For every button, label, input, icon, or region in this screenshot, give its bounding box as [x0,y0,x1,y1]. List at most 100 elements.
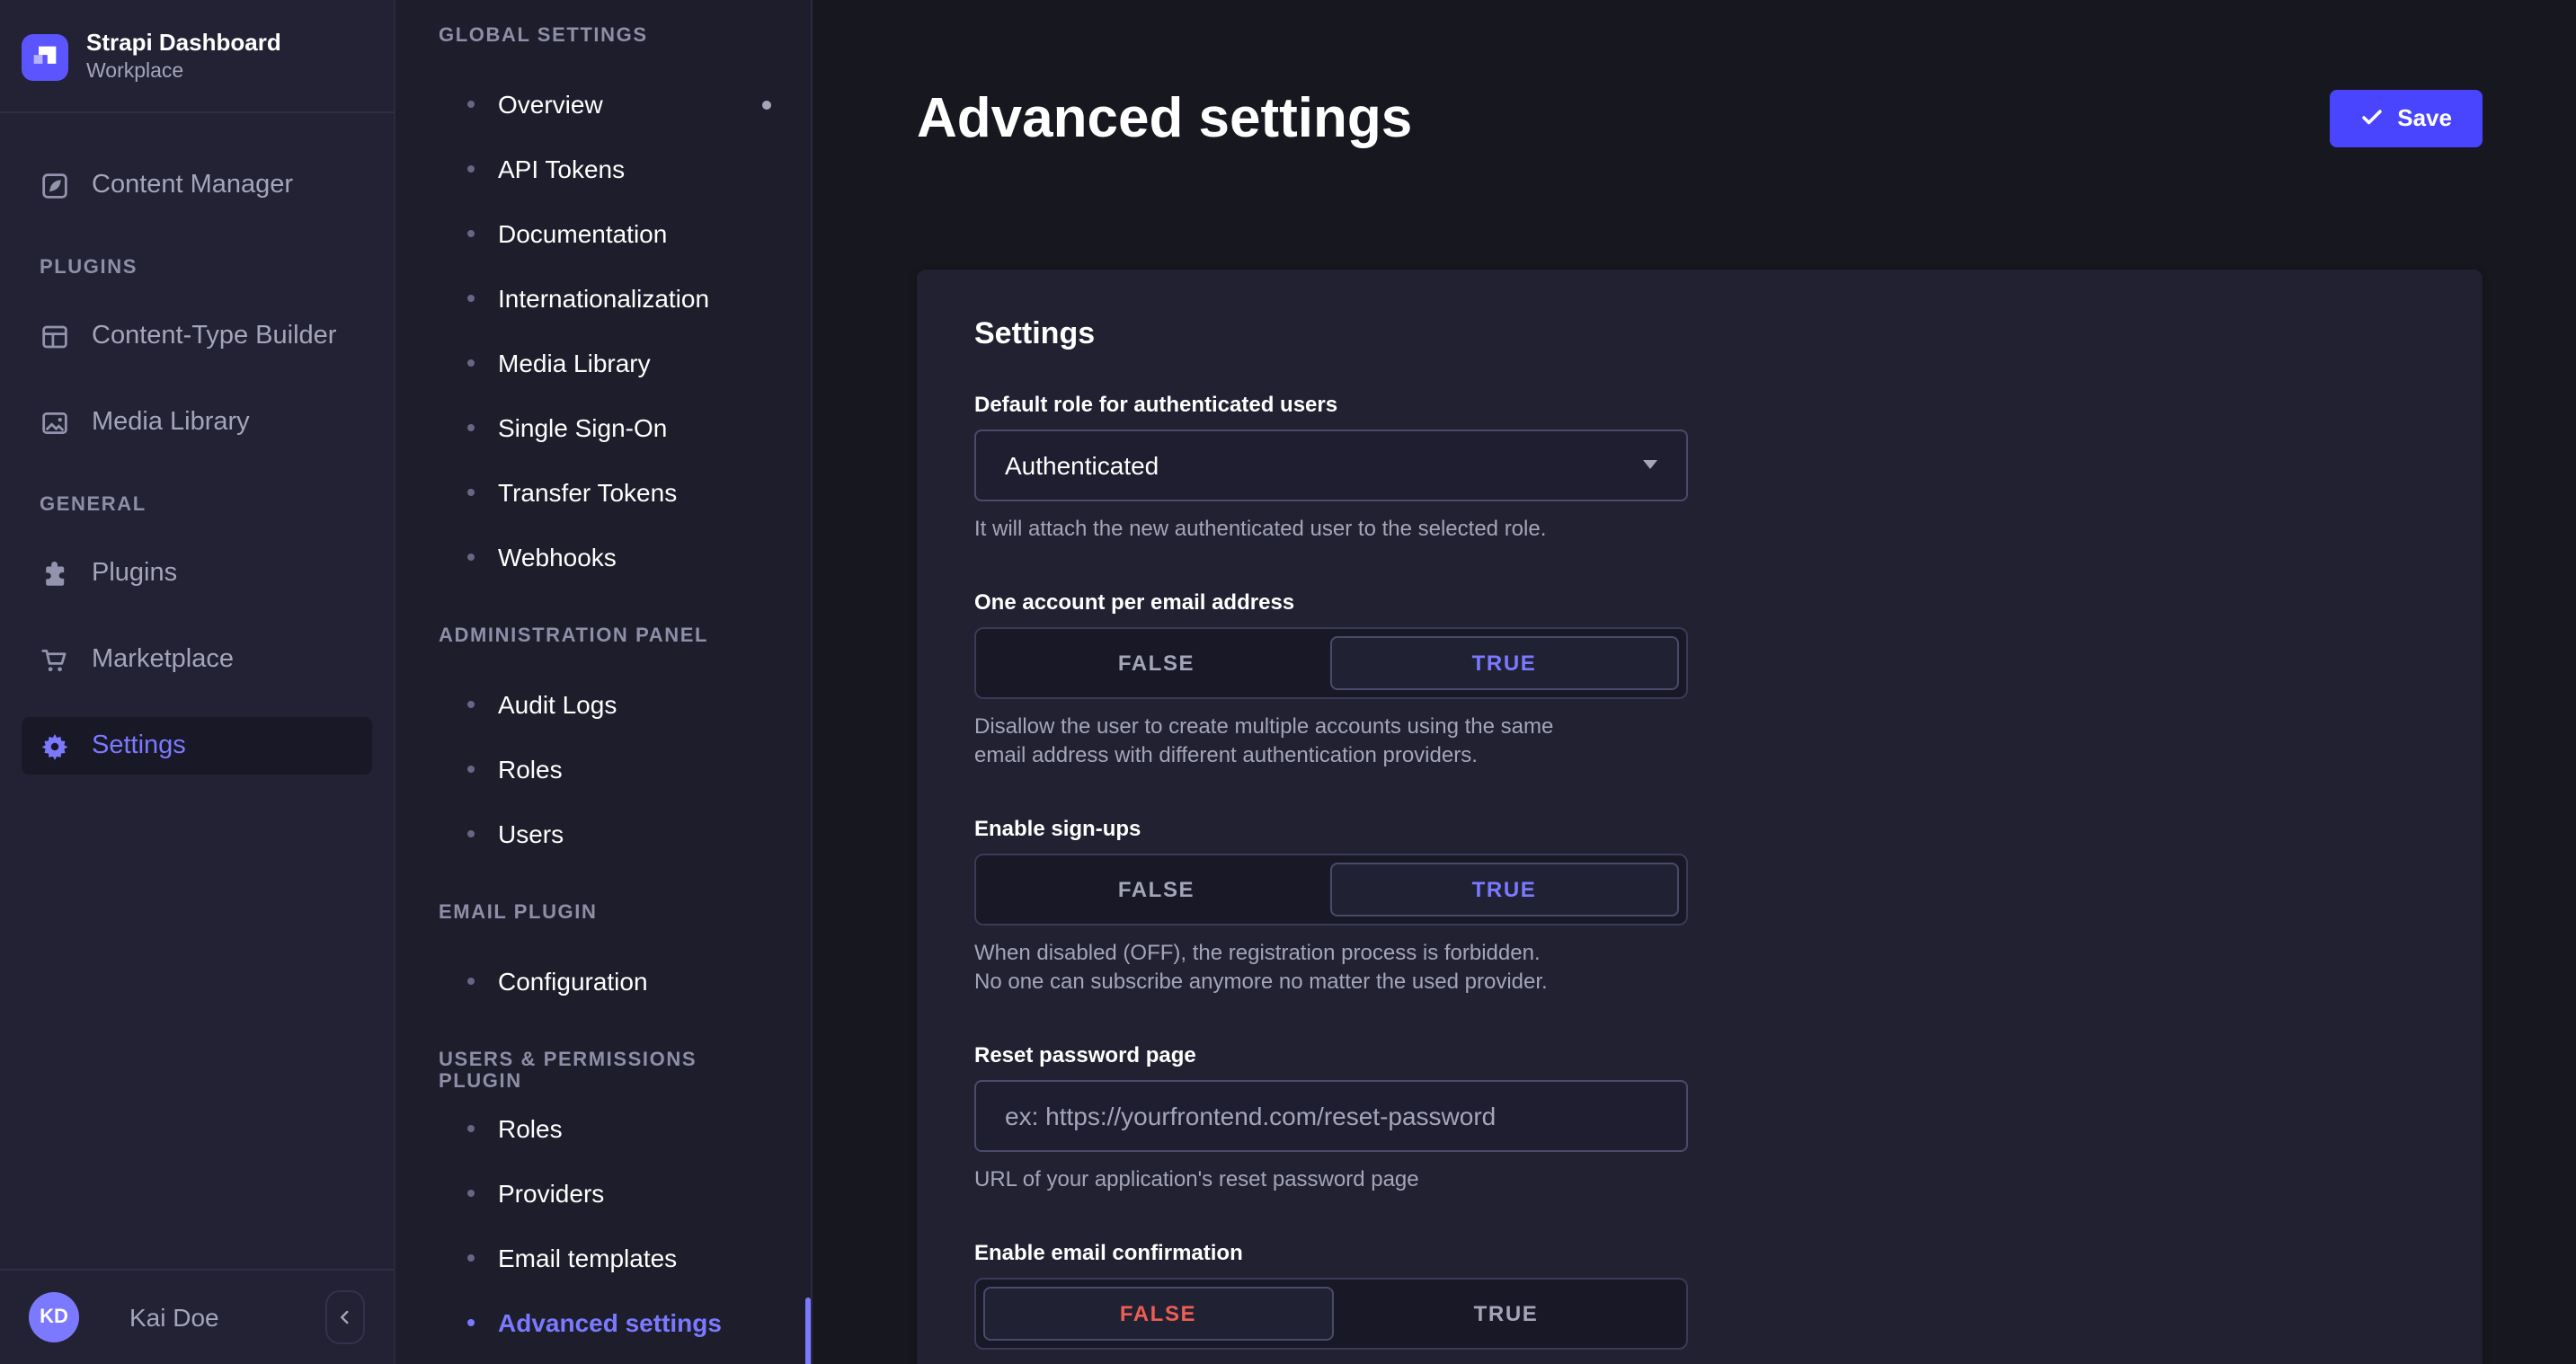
nav-item-label: Content Manager [92,171,293,199]
nav-item-plugins[interactable]: Plugins [22,545,372,602]
main-content: Advanced settings Save Settings Default … [813,0,2576,1364]
subnav-item-providers[interactable]: Providers [395,1161,811,1226]
nav-item-label: Plugins [92,559,177,588]
bullet-icon [467,554,475,561]
nav-item-settings[interactable]: Settings [22,717,372,775]
bullet-icon [467,1254,475,1262]
settings-gear-icon [40,731,70,761]
nav-item-media-library[interactable]: Media Library [22,394,372,451]
notification-dot [762,100,771,109]
bullet-icon [467,230,475,237]
workspace-subtitle: Workplace [86,61,281,84]
strapi-admin-app: Strapi Dashboard Workplace Content Manag… [0,0,2576,1364]
reset-password-input[interactable] [1005,1101,1657,1129]
bullet-icon [467,1319,475,1326]
bullet-icon [467,1125,475,1132]
bullet-icon [467,701,475,708]
reset-password-input-wrapper [974,1079,1688,1151]
subnav-item-label: Users [498,819,564,848]
subnav-item-admin-roles[interactable]: Roles [395,737,811,802]
workspace-brand[interactable]: Strapi Dashboard Workplace [0,0,394,113]
select-value: Authenticated [1005,450,1643,479]
main-sidebar: Strapi Dashboard Workplace Content Manag… [0,0,395,1364]
default-role-select[interactable]: Authenticated [974,429,1688,500]
subnav-item-label: Transfer Tokens [498,478,677,507]
nav-item-content-type-builder[interactable]: Content-Type Builder [22,307,372,365]
nav-item-label: Content-Type Builder [92,322,336,350]
subnav-header-global-settings: GLOBAL SETTINGS [395,25,811,50]
enable-sign-ups-toggle: FALSE TRUE [974,853,1688,925]
bullet-icon [467,830,475,837]
subnav-item-transfer-tokens[interactable]: Transfer Tokens [395,460,811,525]
user-avatar[interactable]: KD [29,1292,79,1342]
bullet-icon [467,1190,475,1197]
settings-subnav: GLOBAL SETTINGS Overview API Tokens Docu… [395,0,813,1364]
bullet-icon [467,295,475,302]
nav-section-header-plugins: PLUGINS [40,257,354,282]
subnav-header-users-permissions-plugin: USERS & PERMISSIONS PLUGIN [395,1050,811,1075]
field-label: Enable sign-ups [974,815,1688,840]
subnav-item-advanced-settings[interactable]: Advanced settings [395,1290,811,1355]
page-title: Advanced settings [917,86,1412,151]
subnav-item-webhooks[interactable]: Webhooks [395,525,811,589]
subnav-item-label: Roles [498,1114,563,1143]
field-label: Reset password page [974,1041,1688,1067]
subnav-item-label: Single Sign-On [498,413,667,442]
check-icon [2359,107,2383,130]
nav-section-header-general: GENERAL [40,494,354,519]
subnav-item-label: Internationalization [498,284,709,313]
subnav-item-overview[interactable]: Overview [395,72,811,137]
field-one-account-per-email: One account per email address FALSE TRUE… [974,589,1688,768]
bullet-icon [467,101,475,108]
strapi-logo-icon [22,34,68,81]
nav-item-marketplace[interactable]: Marketplace [22,631,372,688]
subnav-scrollbar-thumb[interactable] [805,1298,811,1364]
toggle-option-true[interactable]: TRUE [1333,1286,1679,1340]
sidebar-footer: KD Kai Doe [0,1269,394,1364]
nav-item-content-manager[interactable]: Content Manager [22,156,372,214]
panel-heading: Settings [974,315,2425,351]
chevron-down-icon [1643,460,1657,469]
subnav-item-label: API Tokens [498,155,625,183]
user-name: Kai Doe [129,1303,325,1332]
field-enable-sign-ups: Enable sign-ups FALSE TRUE When disabled… [974,815,1688,995]
save-button[interactable]: Save [2329,90,2483,147]
subnav-item-label: Providers [498,1179,604,1208]
bullet-icon [467,165,475,173]
subnav-item-label: Advanced settings [498,1308,722,1337]
subnav-item-media-library[interactable]: Media Library [395,331,811,395]
subnav-item-label: Roles [498,755,563,784]
nav-item-label: Settings [92,731,186,760]
toggle-option-true[interactable]: TRUE [1329,862,1679,916]
enable-email-confirmation-toggle: FALSE TRUE [974,1277,1688,1349]
toggle-option-false[interactable]: FALSE [983,1286,1333,1340]
subnav-item-email-templates[interactable]: Email templates [395,1226,811,1290]
subnav-item-single-sign-on[interactable]: Single Sign-On [395,395,811,460]
save-button-label: Save [2397,105,2452,132]
toggle-option-true[interactable]: TRUE [1329,635,1679,689]
toggle-option-false[interactable]: FALSE [983,862,1329,916]
field-hint: URL of your application's reset password… [974,1164,1688,1192]
page-header: Advanced settings Save [917,49,2483,188]
subnav-item-admin-users[interactable]: Users [395,802,811,866]
subnav-item-audit-logs[interactable]: Audit Logs [395,672,811,737]
bullet-icon [467,424,475,431]
subnav-header-administration-panel: ADMINISTRATION PANEL [395,625,811,651]
subnav-item-up-roles[interactable]: Roles [395,1096,811,1161]
toggle-option-false[interactable]: FALSE [983,635,1329,689]
subnav-item-internationalization[interactable]: Internationalization [395,266,811,331]
subnav-item-documentation[interactable]: Documentation [395,201,811,266]
field-reset-password-page: Reset password page URL of your applicat… [974,1041,1688,1192]
nav-item-label: Media Library [92,408,250,437]
subnav-item-email-configuration[interactable]: Configuration [395,949,811,1014]
sidebar-collapse-button[interactable] [325,1290,365,1344]
content-manager-icon [40,170,70,200]
settings-panel: Settings Default role for authenticated … [917,269,2483,1364]
nav-item-label: Marketplace [92,645,234,674]
field-hint: When disabled (OFF), the registration pr… [974,937,1568,995]
field-default-role: Default role for authenticated users Aut… [974,391,1688,542]
subnav-item-api-tokens[interactable]: API Tokens [395,137,811,201]
main-nav: Content Manager PLUGINS Content-Type Bui… [0,113,394,775]
subnav-item-label: Documentation [498,219,667,248]
subnav-item-label: Webhooks [498,543,617,571]
